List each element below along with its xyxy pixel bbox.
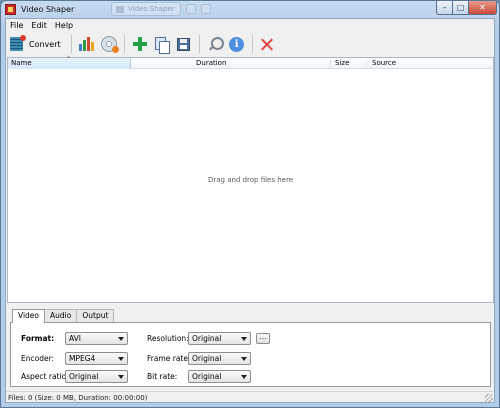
bar-chart-icon xyxy=(78,37,95,51)
minimize-button[interactable]: – xyxy=(436,1,453,15)
resolution-value: Original xyxy=(192,334,222,343)
column-header-name[interactable]: Name xyxy=(8,54,131,69)
resize-grip-icon[interactable] xyxy=(485,394,493,402)
delete-icon xyxy=(261,38,274,51)
app-logo-icon xyxy=(5,4,16,15)
menu-help[interactable]: Help xyxy=(51,21,77,30)
chevron-down-icon xyxy=(241,337,247,341)
aspect-ratio-select[interactable]: Original xyxy=(65,370,128,383)
column-header-size[interactable]: Size xyxy=(335,58,349,69)
save-icon xyxy=(177,37,191,51)
chevron-down-icon xyxy=(118,337,124,341)
aspect-ratio-label: Aspect ratio: xyxy=(21,372,69,381)
convert-icon xyxy=(10,35,26,51)
toolbar: Convert i xyxy=(6,31,494,57)
chevron-down-icon xyxy=(118,357,124,361)
status-text: Files: 0 (Size: 0 MB, Duration: 00:00:00… xyxy=(8,394,148,402)
info-icon: i xyxy=(229,36,245,52)
bit-rate-value: Original xyxy=(192,372,222,381)
search-button[interactable] xyxy=(204,33,226,55)
disc-icon xyxy=(100,36,119,53)
background-window-button xyxy=(201,4,211,14)
menu-edit[interactable]: Edit xyxy=(27,21,51,30)
frame-rate-value: Original xyxy=(192,354,222,363)
title-bar: Video Shaper Video Shaper – □ ✕ xyxy=(1,1,499,18)
settings-tabs: Video Audio Output xyxy=(12,309,115,323)
menu-bar: File Edit Help xyxy=(6,19,494,31)
frame-rate-label: Frame rate: xyxy=(147,354,191,363)
status-bar: Files: 0 (Size: 0 MB, Duration: 00:00:00… xyxy=(6,391,494,403)
tab-audio[interactable]: Audio xyxy=(44,309,78,322)
save-button[interactable] xyxy=(173,33,195,55)
toolbar-separator xyxy=(123,35,125,53)
column-header-duration[interactable]: Duration xyxy=(196,58,226,69)
background-window-button xyxy=(186,4,196,14)
column-header-source[interactable]: Source xyxy=(372,58,396,69)
drop-hint: Drag and drop files here xyxy=(207,176,294,184)
encoder-value: MPEG4 xyxy=(69,354,96,363)
convert-button[interactable]: Convert xyxy=(10,33,67,55)
resolution-more-button[interactable]: ... xyxy=(256,333,270,344)
column-divider[interactable] xyxy=(366,60,367,68)
info-button[interactable]: i xyxy=(226,33,248,55)
remove-button[interactable] xyxy=(257,33,279,55)
resolution-label: Resolution: xyxy=(147,334,189,343)
format-label: Format: xyxy=(21,334,55,343)
encoder-label: Encoder: xyxy=(21,354,55,363)
aspect-ratio-value: Original xyxy=(69,372,99,381)
search-icon xyxy=(208,37,224,51)
column-divider[interactable] xyxy=(330,60,331,68)
window-controls: – □ ✕ xyxy=(436,1,497,15)
app-window: Video Shaper Video Shaper – □ ✕ File Edi… xyxy=(0,0,500,408)
convert-label: Convert xyxy=(29,39,61,49)
format-select[interactable]: AVI xyxy=(65,332,128,345)
resolution-select[interactable]: Original xyxy=(188,332,251,345)
format-value: AVI xyxy=(69,334,81,343)
chevron-down-icon xyxy=(241,357,247,361)
toolbar-separator xyxy=(70,35,72,53)
file-list-header: Name Duration Size Source xyxy=(8,54,493,69)
video-settings-panel: Format: AVI Encoder: MPEG4 Aspect ratio:… xyxy=(10,322,491,387)
tab-output[interactable]: Output xyxy=(76,309,115,322)
chevron-down-icon xyxy=(241,375,247,379)
close-button[interactable]: ✕ xyxy=(469,1,497,15)
toolbar-separator xyxy=(251,35,253,53)
menu-file[interactable]: File xyxy=(6,21,27,30)
toolbar-separator xyxy=(198,35,200,53)
background-window-tab: Video Shaper xyxy=(111,2,181,16)
client-area: File Edit Help Convert i Name ^ Duration… xyxy=(5,18,495,403)
copy-button[interactable] xyxy=(151,33,173,55)
encoder-select[interactable]: MPEG4 xyxy=(65,352,128,365)
bit-rate-label: Bit rate: xyxy=(147,372,178,381)
maximize-button[interactable]: □ xyxy=(453,1,469,15)
frame-rate-select[interactable]: Original xyxy=(188,352,251,365)
file-list[interactable]: Name Duration Size Source Drag and drop … xyxy=(7,54,494,303)
plus-icon xyxy=(132,37,147,51)
window-title: Video Shaper xyxy=(21,5,75,14)
tab-video[interactable]: Video xyxy=(12,309,46,323)
chevron-down-icon xyxy=(118,375,124,379)
bit-rate-select[interactable]: Original xyxy=(188,370,251,383)
add-files-button[interactable] xyxy=(129,33,151,55)
statistics-button[interactable] xyxy=(76,33,98,55)
copy-icon xyxy=(154,36,170,54)
disc-settings-button[interactable] xyxy=(98,33,120,55)
